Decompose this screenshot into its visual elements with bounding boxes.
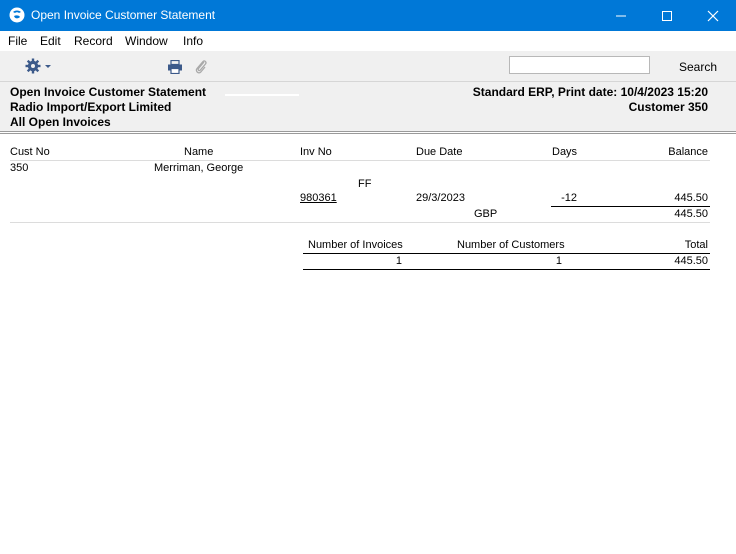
- company-name: Radio Import/Export Limited: [10, 100, 172, 114]
- toolbar: Search: [0, 51, 736, 81]
- header-field: [225, 94, 299, 96]
- summary-rule: [303, 253, 710, 254]
- currency-code: GBP: [474, 208, 498, 220]
- invoice-due-date: 29/3/2023: [416, 192, 465, 204]
- minimize-icon: [616, 15, 626, 17]
- col-header-name: Name: [184, 146, 214, 158]
- col-header-days: Days: [552, 146, 578, 158]
- col-header-balance: Balance: [668, 146, 708, 158]
- maximize-icon: [662, 11, 672, 21]
- subtotal-rule: [551, 206, 710, 207]
- customer-range: Customer 350: [628, 100, 708, 114]
- invoice-number-link[interactable]: 980361: [300, 192, 337, 204]
- menu-edit[interactable]: Edit: [40, 34, 61, 48]
- separator: [0, 131, 736, 132]
- summary-total-label: Total: [684, 239, 708, 251]
- summary-invoices-label: Number of Invoices: [308, 239, 403, 251]
- col-header-cust-no: Cust No: [10, 146, 50, 158]
- print-icon[interactable]: [167, 60, 183, 74]
- close-button[interactable]: [690, 0, 736, 31]
- report-header: Open Invoice Customer Statement Radio Im…: [0, 81, 736, 132]
- customer-name: Merriman, George: [154, 162, 244, 174]
- menu-window[interactable]: Window: [125, 34, 168, 48]
- summary-invoices-count: 1: [395, 255, 402, 267]
- summary-customers-label: Number of Customers: [457, 239, 565, 251]
- header-divider: [10, 160, 710, 161]
- maximize-button[interactable]: [644, 0, 690, 31]
- report-selection: All Open Invoices: [10, 115, 111, 129]
- col-header-due-date: Due Date: [416, 146, 463, 158]
- summary-customers-count: 1: [555, 255, 562, 267]
- menu-file[interactable]: File: [8, 34, 27, 48]
- invoice-balance: 445.50: [674, 192, 708, 204]
- summary-total-value: 445.50: [674, 255, 708, 267]
- report-body: Cust No Name Inv No Due Date Days Balanc…: [0, 134, 736, 554]
- window-title: Open Invoice Customer Statement: [31, 8, 216, 22]
- search-input[interactable]: [509, 56, 650, 74]
- close-icon: [707, 10, 719, 22]
- menu-record[interactable]: Record: [74, 34, 113, 48]
- gear-menu-icon[interactable]: [25, 58, 55, 74]
- report-title: Open Invoice Customer Statement: [10, 85, 207, 99]
- invoice-days: -12: [561, 192, 577, 204]
- currency-subtotal: 445.50: [674, 208, 708, 220]
- section-divider: [10, 222, 710, 223]
- col-header-inv-no: Inv No: [300, 146, 332, 158]
- print-info: Standard ERP, Print date: 10/4/2023 15:2…: [472, 85, 708, 99]
- title-bar: Open Invoice Customer Statement: [0, 0, 736, 31]
- attachment-icon[interactable]: [194, 58, 208, 76]
- menu-info[interactable]: Info: [183, 34, 203, 48]
- summary-bottom-rule: [303, 269, 710, 270]
- menu-bar: File Edit Record Window Info: [0, 31, 736, 51]
- customer-group: FF: [358, 178, 372, 190]
- customer-number: 350: [10, 162, 29, 174]
- search-button[interactable]: Search: [679, 60, 717, 74]
- minimize-button[interactable]: [598, 0, 644, 31]
- app-logo-icon: [9, 7, 25, 23]
